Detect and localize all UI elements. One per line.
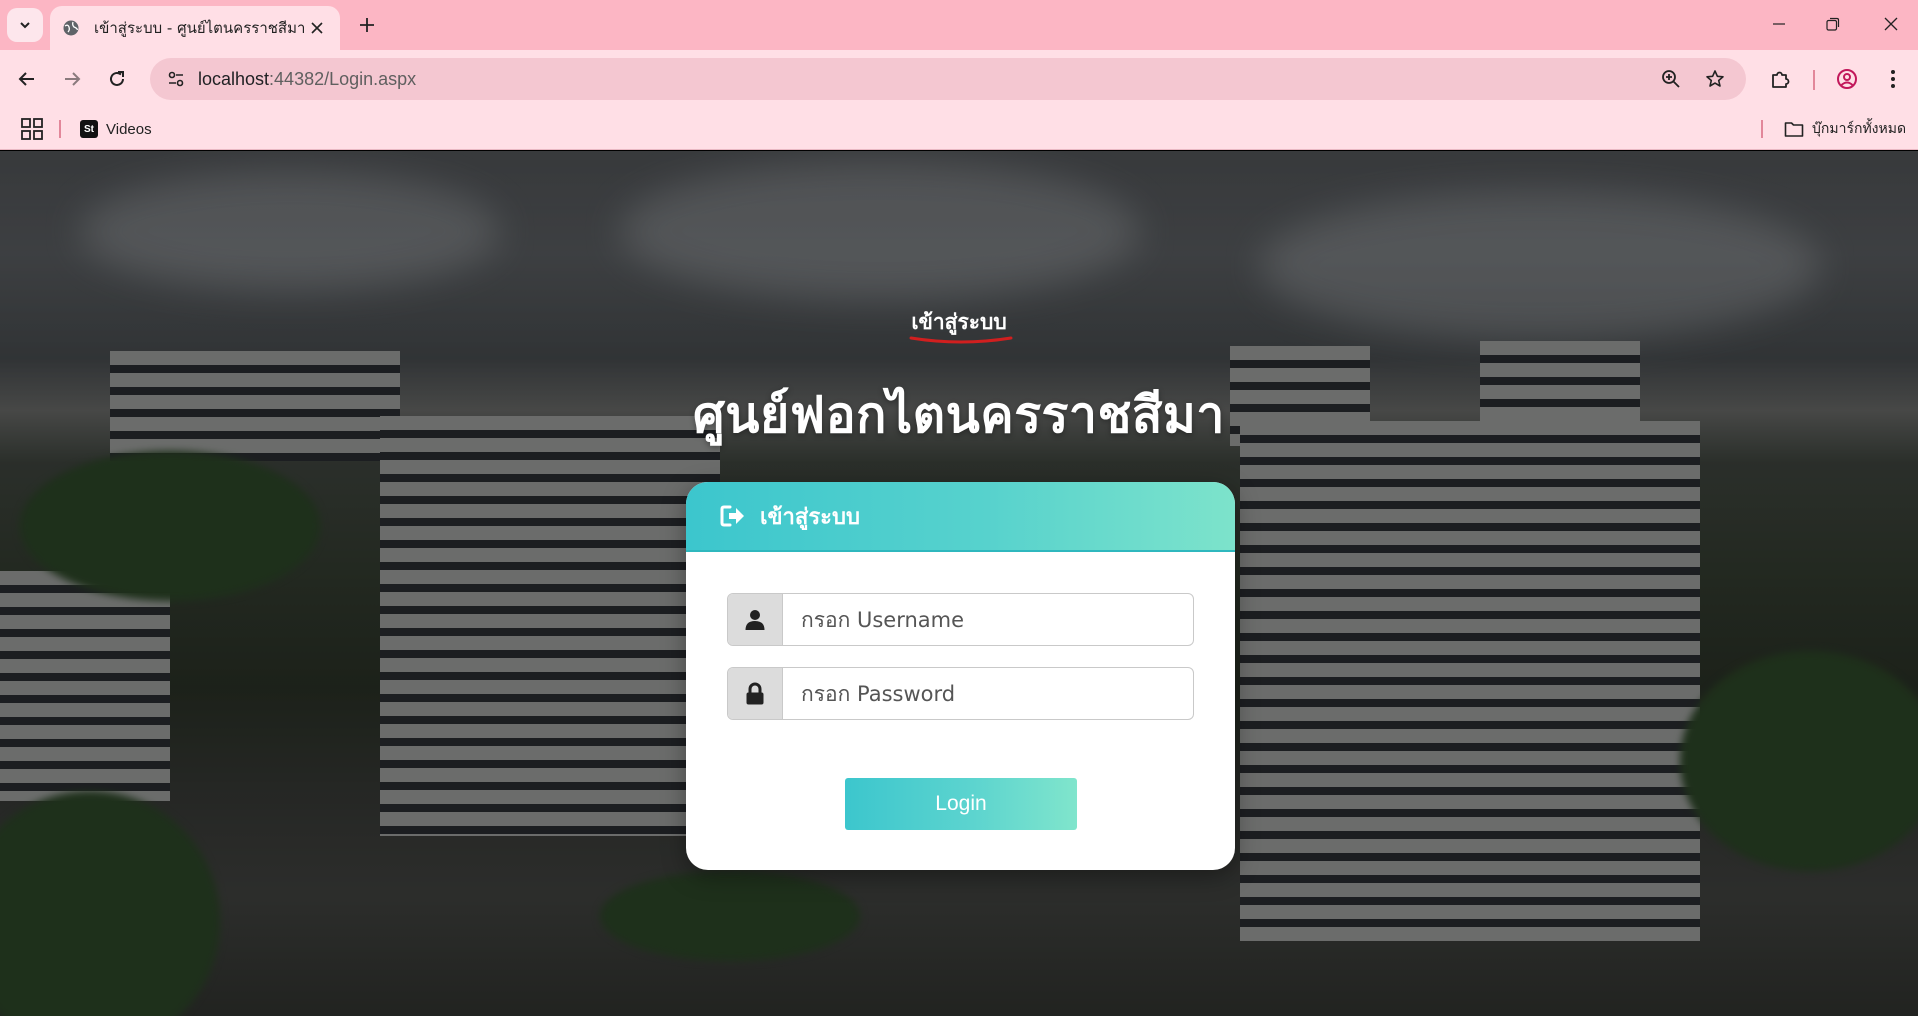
close-icon — [1884, 17, 1898, 31]
profile-icon — [1837, 69, 1857, 89]
username-addon — [728, 594, 783, 645]
bookmark-label: Videos — [106, 120, 152, 138]
tab-search-button[interactable] — [7, 8, 43, 42]
reload-button[interactable] — [100, 62, 134, 96]
url-path: :44382/Login.aspx — [269, 68, 417, 89]
extensions-button[interactable] — [1764, 62, 1798, 96]
url-host: localhost — [198, 68, 270, 89]
login-card: เข้าสู่ระบบ Login — [686, 482, 1235, 870]
more-vert-icon — [1891, 70, 1895, 88]
forward-button[interactable] — [55, 62, 89, 96]
password-addon — [728, 668, 783, 719]
restore-icon — [1826, 17, 1840, 31]
close-icon[interactable] — [306, 17, 328, 39]
bookmarks-divider — [1761, 120, 1763, 138]
login-button[interactable]: Login — [845, 778, 1077, 830]
all-bookmarks-label: บุ๊กมาร์กทั้งหมด — [1812, 121, 1907, 137]
address-bar[interactable]: localhost:44382/Login.aspx — [150, 58, 1746, 100]
restore-button[interactable] — [1810, 6, 1856, 42]
zoom-in-icon — [1662, 70, 1680, 88]
back-button[interactable] — [10, 62, 44, 96]
subtitle-underline — [909, 336, 1013, 344]
password-field — [727, 667, 1194, 720]
minimize-button[interactable] — [1756, 6, 1802, 42]
bookmarks-bar: St Videos บุ๊กมาร์กทั้งหมด — [0, 108, 1918, 150]
tune-icon — [168, 71, 184, 87]
user-icon — [745, 609, 765, 630]
arrow-left-icon — [18, 72, 34, 86]
site-info-button[interactable] — [156, 62, 196, 96]
chevron-down-icon — [20, 22, 30, 29]
zoom-button[interactable] — [1654, 62, 1688, 96]
star-icon — [1706, 70, 1724, 87]
tab-title: เข้าสู่ระบบ - ศูนย์ไตนครราชสีมา — [94, 19, 306, 37]
bookmarks-divider — [59, 120, 61, 138]
login-card-title: เข้าสู่ระบบ — [760, 504, 860, 530]
arrow-right-icon — [65, 72, 81, 86]
password-input[interactable] — [783, 668, 1193, 719]
username-input[interactable] — [783, 594, 1193, 645]
profile-button[interactable] — [1830, 62, 1864, 96]
new-tab-button[interactable] — [352, 10, 382, 40]
all-bookmarks-button[interactable]: บุ๊กมาร์กทั้งหมด — [1784, 115, 1906, 143]
globe-icon — [63, 20, 79, 36]
url-text: localhost:44382/Login.aspx — [198, 69, 416, 90]
browser-toolbar: localhost:44382/Login.aspx — [0, 50, 1918, 108]
tab-strip: เข้าสู่ระบบ - ศูนย์ไตนครราชสีมา — [0, 0, 1918, 50]
login-card-header: เข้าสู่ระบบ — [686, 482, 1235, 552]
menu-button[interactable] — [1876, 62, 1910, 96]
st-logo-icon: St — [80, 120, 98, 138]
page-background: เข้าสู่ระบบ ศูนย์ฟอกไตนครราชสีมา เข้าสู่… — [0, 151, 1918, 1016]
sign-in-icon — [720, 505, 744, 527]
apps-grid-icon[interactable] — [20, 117, 44, 141]
active-tab[interactable]: เข้าสู่ระบบ - ศูนย์ไตนครราชสีมา — [50, 6, 340, 50]
lock-icon — [746, 682, 764, 704]
reload-icon — [110, 71, 124, 86]
puzzle-icon — [1772, 71, 1790, 88]
bookmark-star-button[interactable] — [1698, 62, 1732, 96]
plus-icon — [360, 18, 374, 32]
toolbar-divider — [1813, 70, 1815, 90]
page-title: ศูนย์ฟอกไตนครราชสีมา — [693, 386, 1225, 444]
folder-icon — [1784, 122, 1804, 137]
close-window-button[interactable] — [1868, 6, 1914, 42]
bookmark-videos[interactable]: St Videos — [80, 115, 152, 143]
minimize-icon — [1773, 23, 1785, 25]
username-field — [727, 593, 1194, 646]
